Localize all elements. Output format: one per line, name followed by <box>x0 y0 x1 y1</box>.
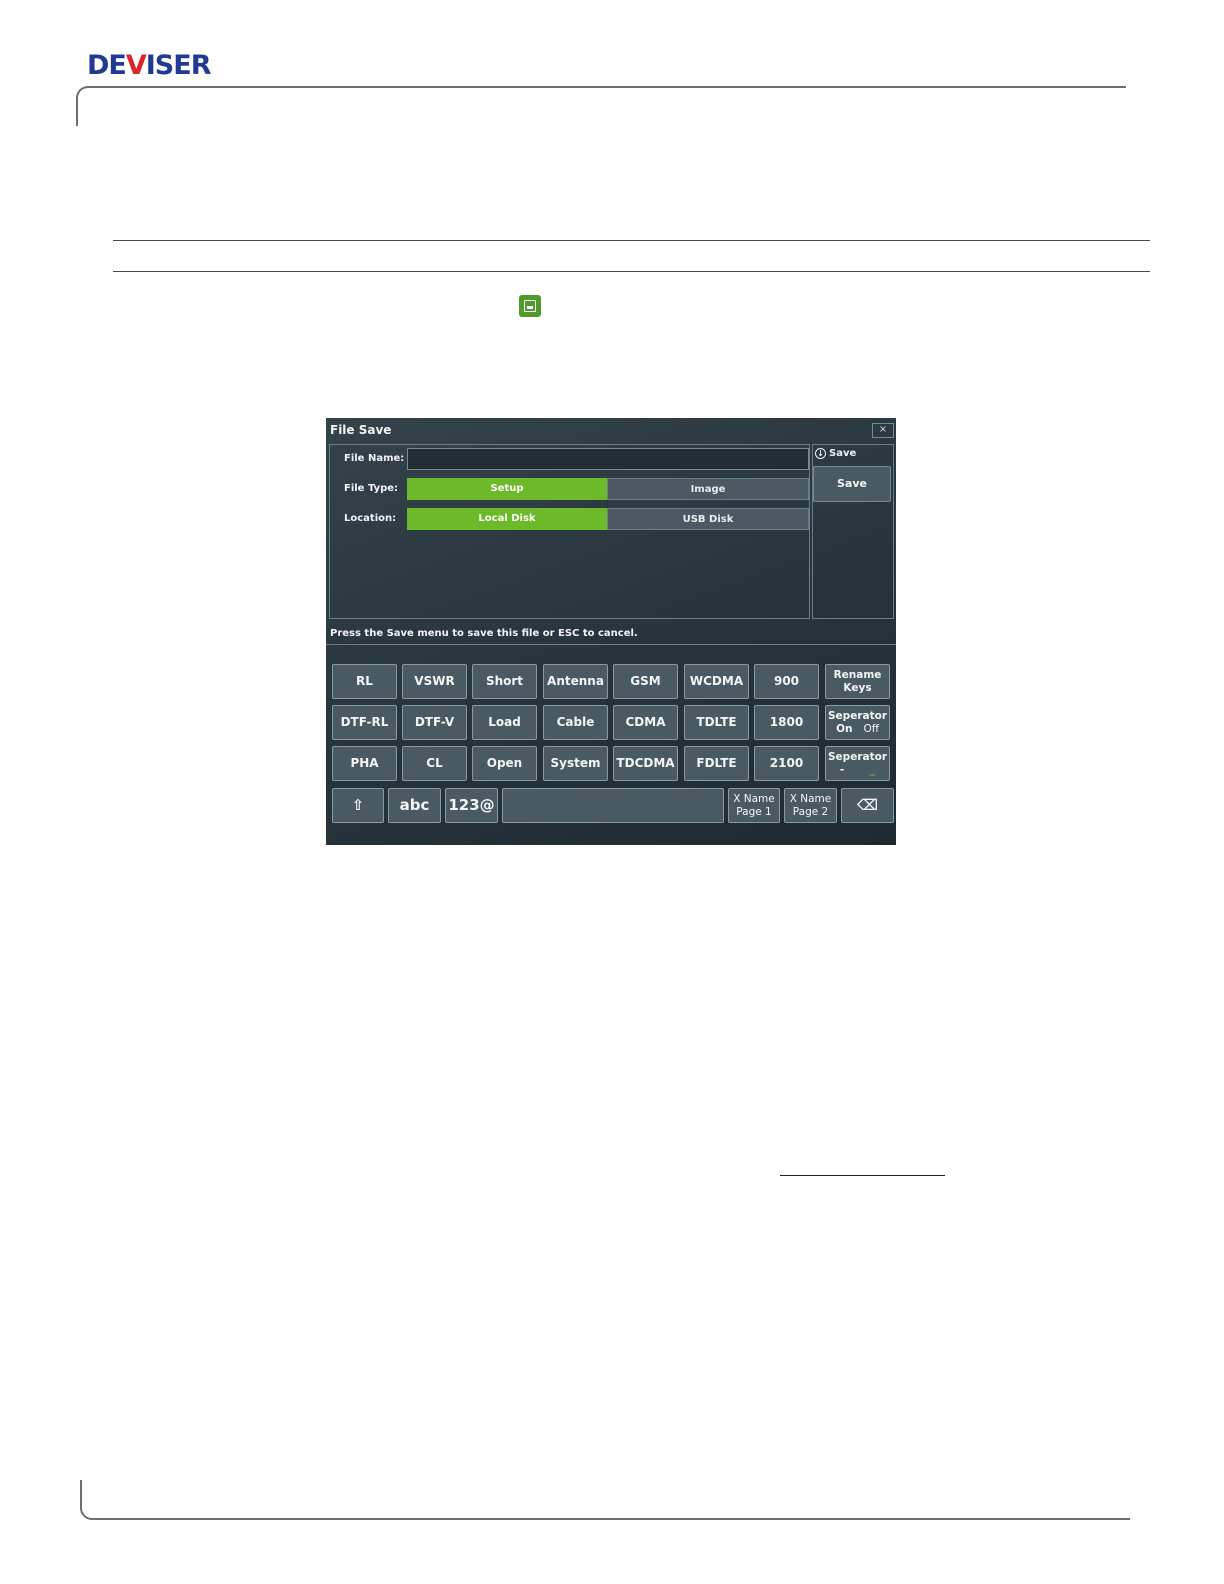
location-label: Location: <box>344 513 397 524</box>
key-900[interactable]: 900 <box>754 664 819 699</box>
key-dtf-rl[interactable]: DTF-RL <box>332 705 397 740</box>
key-open[interactable]: Open <box>472 746 537 781</box>
key-dtf-v[interactable]: DTF-V <box>402 705 467 740</box>
key-gsm[interactable]: GSM <box>613 664 678 699</box>
key-vswr[interactable]: VSWR <box>402 664 467 699</box>
rename-keys-button[interactable]: Rename Keys <box>825 664 890 699</box>
file-save-screenshot: File Save × File Name: File Type: Setup … <box>326 418 896 845</box>
location-toggle: Local Disk USB Disk <box>407 508 809 530</box>
backspace-icon: ⌫ <box>856 796 879 814</box>
file-type-toggle: Setup Image <box>407 478 809 500</box>
section-rule-bottom <box>113 271 1150 272</box>
key-tdcdma[interactable]: TDCDMA <box>613 746 678 781</box>
separator-char-button[interactable]: Seperator - _ <box>825 746 890 781</box>
x-name-page1-button[interactable]: X Name Page 1 <box>728 788 780 823</box>
deviser-logo: DEVISER <box>87 50 211 81</box>
file-form-panel: File Name: File Type: Setup Image Locati… <box>329 444 810 619</box>
abc-key[interactable]: abc <box>388 788 441 823</box>
separator-dash: - <box>839 764 845 776</box>
page-frame-bottom <box>80 1480 1130 1520</box>
close-button[interactable]: × <box>872 423 894 438</box>
save-icon <box>519 295 541 317</box>
key-1800[interactable]: 1800 <box>754 705 819 740</box>
hyperlink-underline <box>780 1175 945 1176</box>
location-usb-disk[interactable]: USB Disk <box>607 508 809 530</box>
key-2100[interactable]: 2100 <box>754 746 819 781</box>
key-wcdma[interactable]: WCDMA <box>684 664 749 699</box>
hint-divider <box>326 644 896 645</box>
hint-text: Press the Save menu to save this file or… <box>330 628 638 639</box>
file-type-image[interactable]: Image <box>607 478 809 500</box>
side-menu-header: ↓ Save <box>815 448 856 459</box>
key-fdlte[interactable]: FDLTE <box>684 746 749 781</box>
arrow-up-icon: ⇧ <box>351 796 365 814</box>
file-type-setup[interactable]: Setup <box>407 478 607 500</box>
separator-off: Off <box>863 723 879 735</box>
key-load[interactable]: Load <box>472 705 537 740</box>
numeric-key[interactable]: 123@ <box>445 788 498 823</box>
page-frame-top <box>76 86 1126 126</box>
key-short[interactable]: Short <box>472 664 537 699</box>
side-menu-panel: ↓ Save Save <box>812 444 894 619</box>
space-key[interactable] <box>502 788 724 823</box>
file-type-label: File Type: <box>344 483 399 494</box>
separator-on: On <box>836 723 853 735</box>
file-name-label: File Name: <box>344 453 405 464</box>
section-rule-top <box>113 240 1150 241</box>
side-save-button[interactable]: Save <box>813 466 891 502</box>
backspace-key[interactable]: ⌫ <box>841 788 894 823</box>
key-system[interactable]: System <box>543 746 608 781</box>
shift-key[interactable]: ⇧ <box>332 788 384 823</box>
key-pha[interactable]: PHA <box>332 746 397 781</box>
key-tdlte[interactable]: TDLTE <box>684 705 749 740</box>
location-local-disk[interactable]: Local Disk <box>407 508 607 530</box>
file-name-input[interactable] <box>407 448 809 470</box>
key-cable[interactable]: Cable <box>543 705 608 740</box>
key-cl[interactable]: CL <box>402 746 467 781</box>
separator-toggle-button[interactable]: Seperator On Off <box>825 705 890 740</box>
x-name-page2-button[interactable]: X Name Page 2 <box>784 788 837 823</box>
key-rl[interactable]: RL <box>332 664 397 699</box>
dialog-title: File Save <box>330 423 392 437</box>
key-cdma[interactable]: CDMA <box>613 705 678 740</box>
key-antenna[interactable]: Antenna <box>543 664 608 699</box>
arrow-down-circle-icon: ↓ <box>815 448 826 459</box>
separator-underscore: _ <box>869 764 876 776</box>
